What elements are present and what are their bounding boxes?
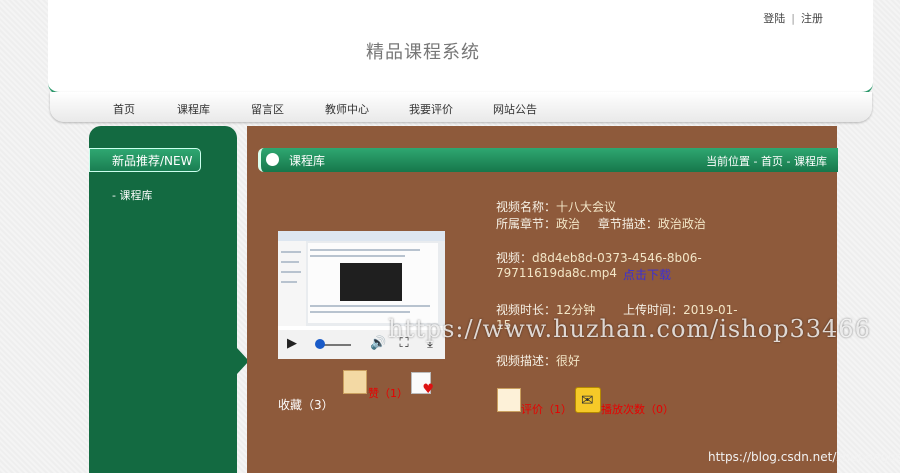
nav-teacher-center[interactable]: 教师中心 — [325, 101, 369, 117]
corner-watermark: https://blog.csdn.net/zhupengqq — [708, 450, 900, 464]
like-icon[interactable] — [343, 370, 367, 394]
sidebar — [89, 126, 237, 473]
frame-line — [310, 305, 430, 307]
nav-announcements[interactable]: 网站公告 — [493, 101, 537, 117]
frame-line — [281, 271, 301, 273]
nav-home[interactable]: 首页 — [113, 101, 135, 117]
frame-line — [310, 311, 410, 313]
favorite-heart-icon[interactable] — [411, 372, 434, 397]
play-count: 播放次数（0） — [601, 403, 674, 416]
nav-course-library[interactable]: 课程库 — [177, 101, 210, 117]
frame-sidebar — [278, 241, 306, 326]
chapter-label: 所属章节： — [496, 217, 557, 231]
download-link[interactable]: 点击下载 — [623, 266, 671, 283]
favorite-count: 收藏（3） — [278, 398, 334, 412]
watermark-text: https://www.huzhan.com/ishop33466 — [388, 315, 871, 343]
video-file-line2: 79711619da8c.mp4 — [496, 266, 618, 280]
video-file-line1: d8d4eb8d-0373-4546-8b06- — [532, 251, 702, 265]
chapter-desc-label: 章节描述： — [597, 217, 658, 231]
breadcrumb: 当前位置 - 首页 - 课程库 — [706, 155, 827, 168]
play-icon[interactable]: ▶ — [284, 336, 300, 352]
frame-line — [281, 251, 301, 253]
video-frame — [278, 231, 445, 326]
video-file-row2: 79711619da8c.mp4 — [496, 266, 617, 280]
video-file-label: 视频： — [496, 251, 533, 265]
frame-line — [281, 261, 299, 263]
like-button[interactable]: 赞（1） — [368, 385, 408, 401]
sidebar-item-course-library[interactable]: - 课程库 — [112, 187, 152, 203]
video-name: 十八大会议 — [556, 200, 617, 214]
chapter-value: 政治 — [556, 217, 581, 231]
site-title: 精品课程系统 — [366, 42, 480, 63]
separator: | — [791, 12, 795, 25]
frame-line — [310, 255, 405, 257]
frame-line — [310, 249, 420, 251]
chapter-desc: 政治政治 — [657, 217, 706, 231]
register-link[interactable]: 注册 — [801, 12, 823, 25]
description-row: 视频描述：很好 — [496, 352, 580, 369]
video-name-row: 视频名称：十八大会议 — [496, 198, 616, 215]
description-label: 视频描述： — [496, 354, 557, 368]
progress-handle[interactable] — [315, 339, 325, 349]
top-links: 登陆 | 注册 — [763, 10, 823, 26]
nav-message-board[interactable]: 留言区 — [251, 101, 284, 117]
video-file-row: 视频：d8d4eb8d-0373-4546-8b06- — [496, 249, 702, 266]
description-value: 很好 — [556, 354, 581, 368]
comment-button[interactable]: 评价（1） — [521, 401, 572, 417]
chapter-row: 所属章节：政治 章节描述：政治政治 — [496, 215, 706, 232]
video-name-label: 视频名称： — [496, 200, 557, 214]
header: 精品课程系统 登陆 | 注册 — [48, 0, 873, 95]
volume-icon[interactable]: 🔊 — [370, 336, 386, 352]
cup-icon — [266, 153, 279, 166]
sidebar-title: 新品推荐/NEW — [89, 148, 201, 172]
panel-title: 课程库 — [289, 154, 326, 168]
frame-toolbar — [278, 231, 445, 241]
comment-icon[interactable] — [497, 388, 521, 412]
play-count-icon — [575, 387, 601, 413]
nav-evaluate[interactable]: 我要评价 — [409, 101, 453, 117]
main-nav: 首页 课程库 留言区 教师中心 我要评价 网站公告 — [50, 92, 872, 122]
frame-dialog — [340, 263, 402, 301]
frame-line — [281, 281, 297, 283]
login-link[interactable]: 登陆 — [763, 12, 785, 25]
